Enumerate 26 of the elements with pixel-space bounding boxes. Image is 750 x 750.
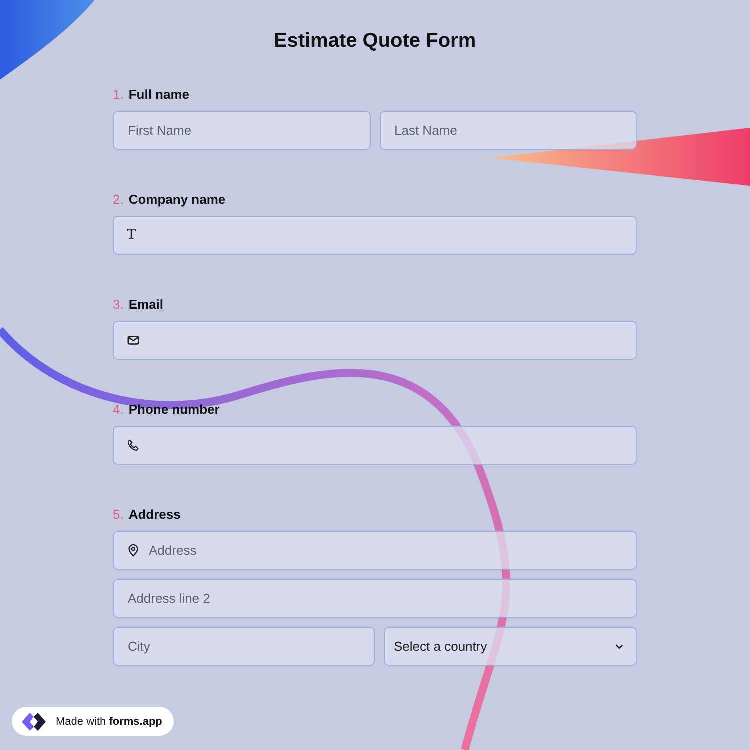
logo-icon xyxy=(20,710,48,732)
input-field[interactable]: Last Name xyxy=(380,111,637,150)
question-label: Phone number xyxy=(128,402,220,417)
question-number: 2. xyxy=(113,192,124,207)
country-select[interactable]: Select a country xyxy=(384,627,637,666)
mail-icon xyxy=(127,334,140,347)
location-pin-icon xyxy=(127,544,140,557)
question-number: 5. xyxy=(113,507,124,522)
question-label: Company name xyxy=(128,192,226,207)
question-label: Full name xyxy=(128,87,190,102)
question-number: 4. xyxy=(113,402,124,417)
made-with-badge[interactable]: Made with forms.app xyxy=(12,707,174,736)
question-number: 3. xyxy=(113,297,124,312)
input-field[interactable]: First Name xyxy=(113,111,370,150)
input-field[interactable] xyxy=(113,216,637,255)
input-field[interactable]: Address line 2 xyxy=(113,579,637,618)
phone-icon xyxy=(127,439,140,452)
question-number: 1. xyxy=(113,87,124,102)
input-field[interactable] xyxy=(113,321,637,360)
input-field[interactable]: City xyxy=(113,627,375,666)
text-icon: T xyxy=(127,228,136,243)
form-title: Estimate Quote Form xyxy=(274,30,476,53)
input-field[interactable]: Address xyxy=(113,531,637,570)
question-label: Email xyxy=(128,297,164,312)
question-label: Address xyxy=(128,507,181,522)
input-field[interactable] xyxy=(113,426,637,465)
